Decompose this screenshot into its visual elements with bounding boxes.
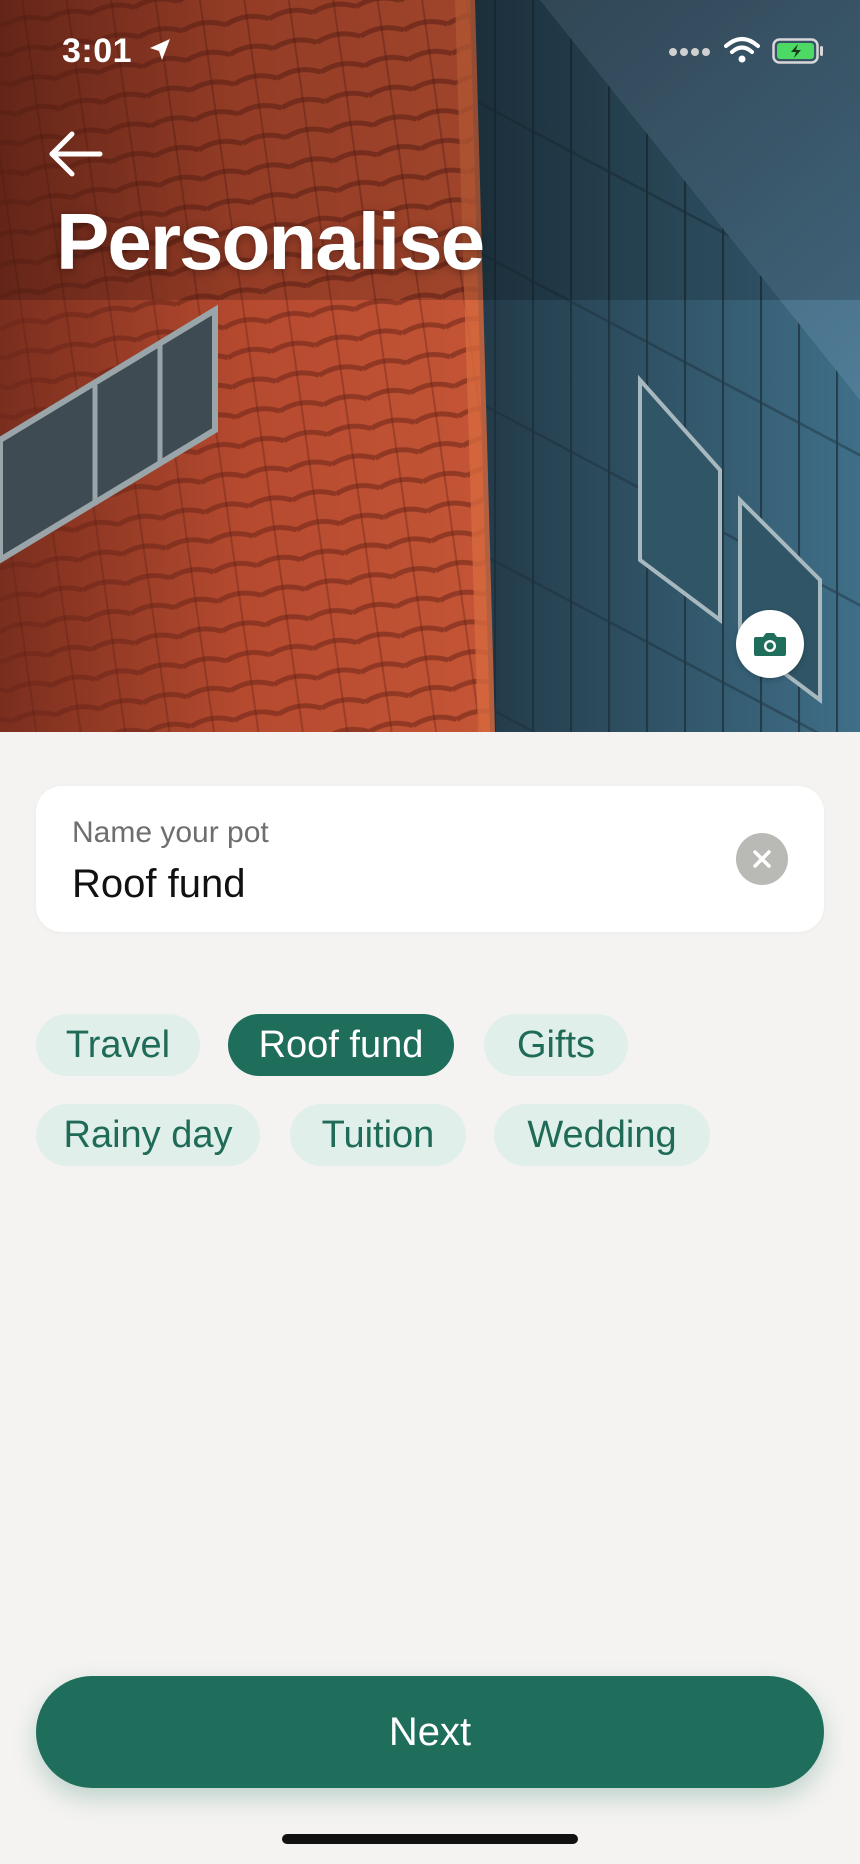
chip-rainy-day[interactable]: Rainy day xyxy=(36,1104,260,1166)
battery-charging-icon xyxy=(772,38,823,64)
pot-name-label: Name your pot xyxy=(72,816,269,849)
back-button[interactable] xyxy=(46,128,106,180)
chip-gifts[interactable]: Gifts xyxy=(484,1014,628,1076)
chip-tuition[interactable]: Tuition xyxy=(290,1104,466,1166)
chip-roof-fund[interactable]: Roof fund xyxy=(228,1014,454,1076)
arrow-left-icon xyxy=(49,131,103,177)
chip-travel[interactable]: Travel xyxy=(36,1014,200,1076)
hero-image: 3:01 Personalise xyxy=(0,0,860,732)
change-photo-button[interactable] xyxy=(736,610,804,678)
pot-name-input[interactable] xyxy=(72,862,712,907)
location-arrow-icon xyxy=(150,39,170,60)
signal-icon xyxy=(669,48,710,56)
camera-icon xyxy=(754,633,786,656)
page-title: Personalise xyxy=(56,197,485,286)
chip-wedding[interactable]: Wedding xyxy=(494,1104,710,1166)
building-photo xyxy=(0,0,860,732)
next-button[interactable]: Next xyxy=(36,1676,824,1788)
close-icon xyxy=(753,850,771,868)
home-indicator xyxy=(282,1834,578,1844)
wifi-icon xyxy=(724,37,760,63)
clear-input-button[interactable] xyxy=(736,833,788,885)
status-bar: 3:01 xyxy=(0,0,860,100)
status-time: 3:01 xyxy=(62,32,133,70)
pot-name-card: Name your pot xyxy=(36,786,824,932)
